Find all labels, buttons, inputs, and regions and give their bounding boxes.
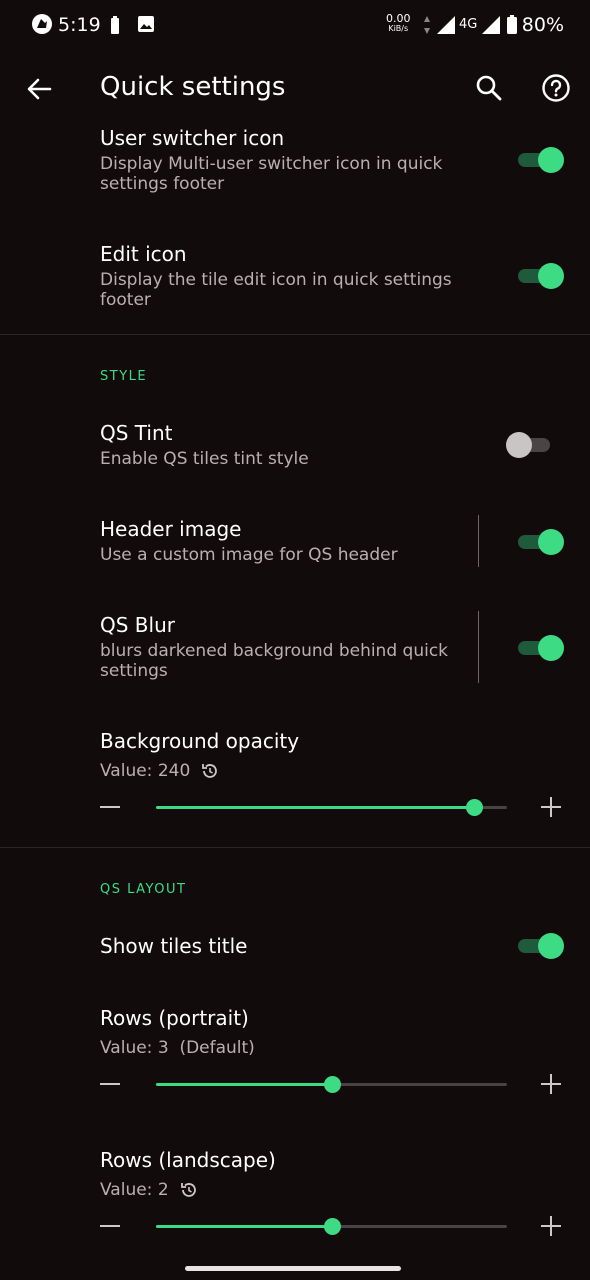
vertical-divider <box>478 515 479 567</box>
edit-icon-toggle[interactable] <box>516 261 564 291</box>
qs-blur-subtitle: blurs darkened background behind quick s… <box>100 641 449 681</box>
reset-icon[interactable] <box>200 761 220 781</box>
background-opacity-slider[interactable] <box>156 799 507 816</box>
user-switcher-subtitle: Display Multi-user switcher icon in quic… <box>100 154 443 194</box>
slider-thumb[interactable] <box>323 1076 341 1093</box>
decrease-button[interactable] <box>100 1083 120 1085</box>
network-speed: 0.00 KiB/s <box>386 12 411 33</box>
search-button[interactable] <box>467 66 511 110</box>
value-text: Value: 240 <box>100 761 191 781</box>
search-icon <box>476 75 502 101</box>
header-image-subtitle: Use a custom image for QS header <box>100 545 398 565</box>
image-icon <box>138 16 154 32</box>
qs-blur-title: QS Blur <box>100 613 175 637</box>
status-time: 5:19 <box>58 14 101 36</box>
slider-thumb[interactable] <box>466 799 483 816</box>
header-image-title: Header image <box>100 517 242 541</box>
help-button[interactable] <box>534 66 578 110</box>
section-header-qs-layout: QS LAYOUT <box>100 882 187 897</box>
slider-fill <box>156 1225 332 1228</box>
qs-tint-toggle[interactable] <box>506 430 554 460</box>
user-switcher-toggle[interactable] <box>516 145 564 175</box>
edit-icon-subtitle: Display the tile edit icon in quick sett… <box>100 270 452 310</box>
show-tiles-title-label: Show tiles title <box>100 934 248 958</box>
back-button[interactable] <box>17 67 61 111</box>
vertical-divider <box>478 611 479 683</box>
network-type: 4G <box>459 17 478 32</box>
decrease-button[interactable] <box>100 1225 120 1227</box>
qs-tint-title: QS Tint <box>100 421 173 445</box>
slider-fill <box>156 1083 332 1086</box>
status-bar: 5:19 0.00 KiB/s 4G 80% <box>0 0 590 50</box>
section-header-style: STYLE <box>100 369 148 384</box>
rows-landscape-value: Value: 2 <box>100 1180 199 1200</box>
app-notification-icon <box>32 14 52 34</box>
help-icon <box>542 74 570 102</box>
divider <box>0 334 590 335</box>
data-transfer-icon <box>424 16 430 34</box>
battery-percent: 80% <box>521 14 564 36</box>
rows-portrait-value: Value: 3 (Default) <box>100 1038 255 1058</box>
show-tiles-title-toggle[interactable] <box>516 931 564 961</box>
background-opacity-value: Value: 240 <box>100 761 220 781</box>
slider-thumb[interactable] <box>323 1218 341 1235</box>
arrow-back-icon <box>27 78 52 100</box>
slider-fill <box>156 806 474 809</box>
rows-landscape-slider[interactable] <box>156 1218 507 1235</box>
decrease-button[interactable] <box>100 806 120 808</box>
show-tiles-title-row[interactable] <box>0 920 590 974</box>
increase-button[interactable] <box>541 1074 561 1094</box>
background-opacity-title: Background opacity <box>100 729 300 753</box>
divider <box>0 847 590 848</box>
battery-saver-icon <box>111 16 119 34</box>
qs-tint-row[interactable] <box>0 412 590 482</box>
rows-portrait-slider[interactable] <box>156 1076 507 1093</box>
cell-signal-icon <box>482 16 500 34</box>
reset-icon[interactable] <box>179 1180 199 1200</box>
user-switcher-title: User switcher icon <box>100 126 285 150</box>
value-text: Value: 2 <box>100 1180 169 1200</box>
value-text: Value: 3 (Default) <box>100 1038 255 1058</box>
qs-tint-subtitle: Enable QS tiles tint style <box>100 449 309 469</box>
header-image-toggle[interactable] <box>516 527 564 557</box>
increase-button[interactable] <box>541 1216 561 1236</box>
rows-landscape-title: Rows (landscape) <box>100 1148 276 1172</box>
page-title: Quick settings <box>100 72 286 102</box>
battery-icon <box>507 15 517 34</box>
wifi-off-signal-icon <box>437 16 455 34</box>
rows-portrait-title: Rows (portrait) <box>100 1006 249 1030</box>
gesture-nav-handle[interactable] <box>185 1266 401 1271</box>
increase-button[interactable] <box>541 797 561 817</box>
qs-blur-toggle[interactable] <box>516 633 564 663</box>
edit-icon-title: Edit icon <box>100 242 187 266</box>
